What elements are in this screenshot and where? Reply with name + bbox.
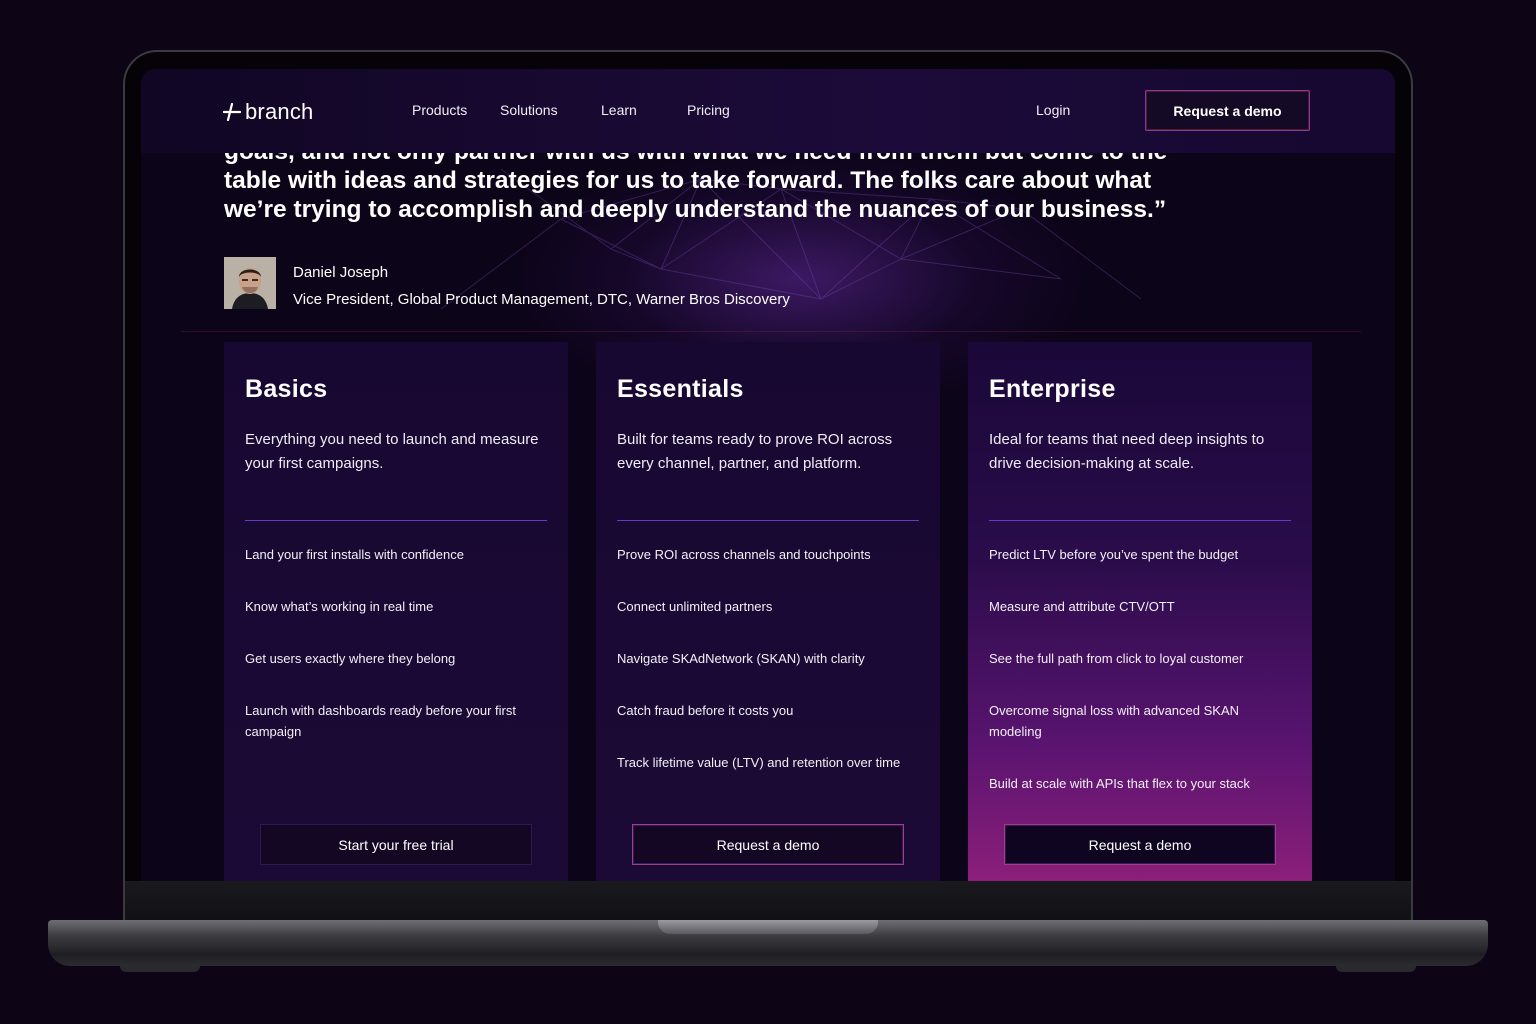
quote-line: table with ideas and strategies for us t… (224, 167, 1152, 194)
testimonial-title: Vice President, Global Product Managemen… (293, 291, 790, 308)
plan-feature: Connect unlimited partners (617, 599, 773, 614)
plan-feature: Get users exactly where they belong (245, 651, 456, 666)
plan-feature: Catch fraud before it costs you (617, 703, 794, 718)
plan-feature: Overcome signal loss with advanced SKAN … (989, 703, 1240, 739)
plan-card-essentials: Essentials Built for teams ready to prov… (596, 342, 940, 881)
logo-text: branch (245, 99, 314, 124)
enterprise-request-demo-button[interactable]: Request a demo (1004, 824, 1276, 865)
nav-learn[interactable]: Learn (601, 102, 637, 118)
login-link[interactable]: Login (1036, 102, 1070, 118)
plan-feature: Track lifetime value (LTV) and retention… (617, 755, 901, 770)
plan-feature: Navigate SKAdNetwork (SKAN) with clarity (617, 651, 865, 666)
branch-logo[interactable]: branch (223, 99, 313, 125)
laptop-notch (658, 920, 878, 934)
nav-products[interactable]: Products (412, 102, 467, 118)
plan-feature: Prove ROI across channels and touchpoint… (617, 547, 871, 562)
nav-pricing[interactable]: Pricing (687, 102, 730, 118)
plan-title: Essentials (617, 375, 744, 403)
quote-line: we’re trying to accomplish and deeply un… (224, 196, 1167, 223)
plan-feature: Land your first installs with confidence (245, 547, 464, 562)
plan-description: Ideal for teams that need deep insights … (989, 431, 1265, 472)
laptop-foot (120, 966, 200, 972)
section-divider (181, 331, 1361, 332)
laptop-bezel (125, 881, 1411, 921)
plan-title: Enterprise (989, 375, 1116, 403)
plan-feature: Predict LTV before you’ve spent the budg… (989, 547, 1239, 562)
plan-divider (245, 520, 547, 521)
nav-solutions[interactable]: Solutions (500, 102, 558, 118)
essentials-request-demo-button[interactable]: Request a demo (632, 824, 904, 865)
plan-divider (989, 520, 1291, 521)
plan-card-enterprise: Enterprise Ideal for teams that need dee… (968, 342, 1312, 881)
screen: goals, and not only partner with us with… (141, 69, 1395, 881)
navbar: branch Products Solutions Learn Pricing … (141, 69, 1395, 153)
avatar (224, 257, 276, 309)
plan-card-basics: Basics Everything you need to launch and… (224, 342, 568, 881)
plan-feature: See the full path from click to loyal cu… (989, 651, 1244, 666)
plan-feature: Know what’s working in real time (245, 599, 434, 614)
plan-description: Everything you need to launch and measur… (245, 431, 539, 472)
plan-divider (617, 520, 919, 521)
plan-description: Built for teams ready to prove ROI acros… (617, 431, 893, 472)
laptop-foot (1336, 966, 1416, 972)
plan-feature: Measure and attribute CTV/OTT (989, 599, 1175, 614)
testimonial-name: Daniel Joseph (293, 264, 389, 281)
plan-title: Basics (245, 375, 328, 403)
start-free-trial-button[interactable]: Start your free trial (260, 824, 532, 865)
branch-logo-icon (223, 103, 241, 121)
plan-feature: Build at scale with APIs that flex to yo… (989, 776, 1250, 791)
plan-feature: Launch with dashboards ready before your… (245, 703, 516, 739)
quote-line: goals, and not only partner with us with… (224, 153, 1304, 166)
request-demo-button[interactable]: Request a demo (1145, 90, 1310, 131)
